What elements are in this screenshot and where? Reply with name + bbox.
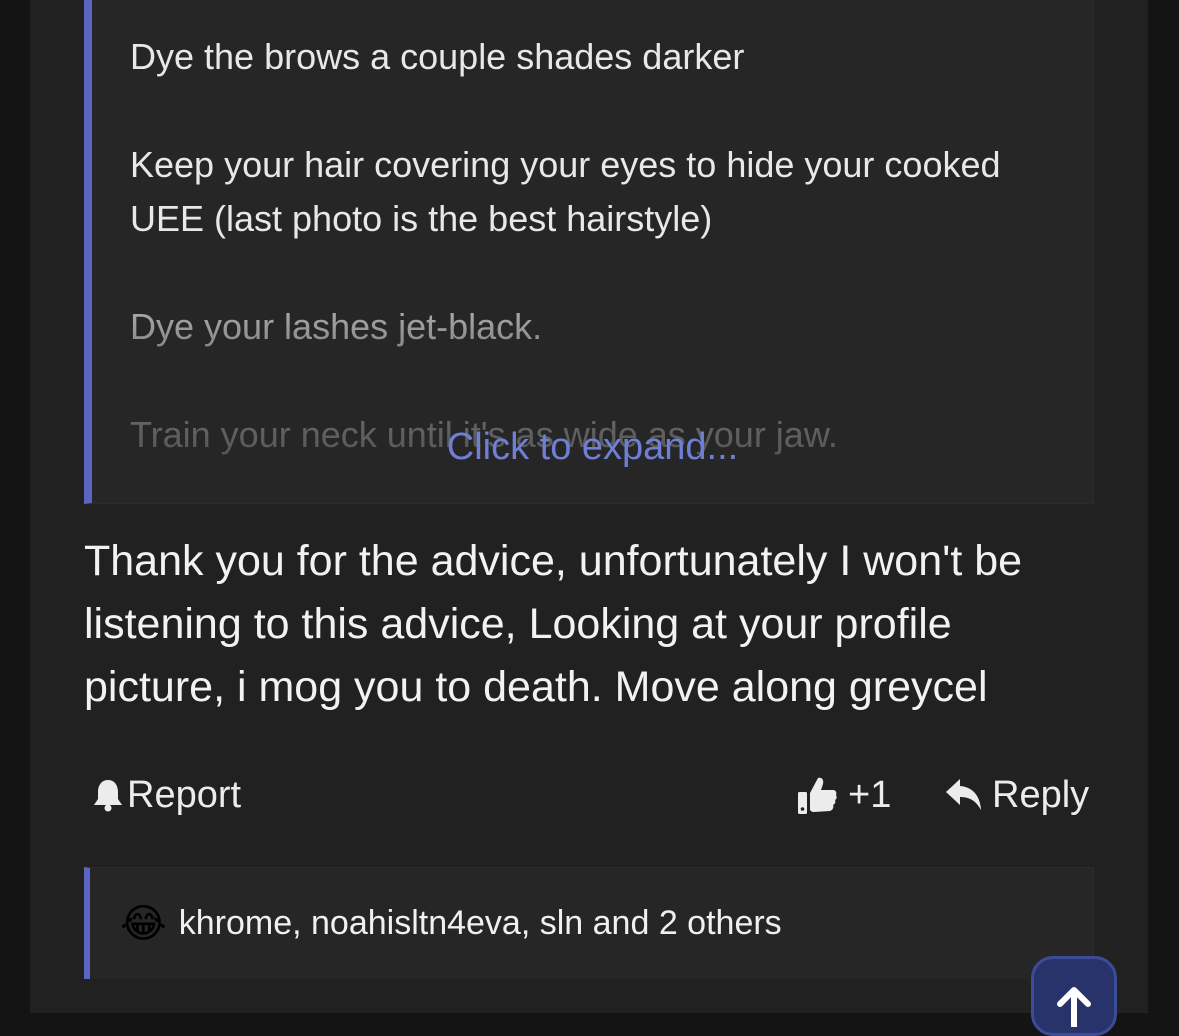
post-body: Thank you for the advice, unfortunately … bbox=[84, 537, 1023, 711]
thread-post-panel: Dye the brows a couple shades darker Kee… bbox=[30, 0, 1148, 1036]
reply-arrow-icon bbox=[944, 777, 984, 813]
post-actions-bar: Report +1 Reply bbox=[88, 765, 1092, 825]
quoted-message: Dye the brows a couple shades darker Kee… bbox=[84, 0, 1094, 504]
thumbs-up-icon bbox=[796, 774, 838, 816]
report-button[interactable]: Report bbox=[92, 765, 241, 825]
quote-paragraph: Keep your hair covering your eyes to hid… bbox=[130, 144, 1001, 239]
click-to-expand-link[interactable]: Click to expand... bbox=[92, 424, 1093, 470]
reactions-users[interactable]: khrome, noahisltn4eva, sln and 2 others bbox=[179, 904, 782, 943]
laughing-emoji-icon: 😂 bbox=[120, 901, 167, 946]
scroll-to-top-button[interactable] bbox=[1031, 956, 1117, 1036]
report-label: Report bbox=[127, 773, 242, 816]
like-button[interactable]: +1 bbox=[796, 765, 891, 825]
reply-label: Reply bbox=[992, 773, 1090, 816]
quote-paragraph: Dye your lashes jet-black. bbox=[130, 306, 543, 347]
reply-button[interactable]: Reply bbox=[944, 765, 1089, 825]
like-count: +1 bbox=[848, 773, 892, 816]
quote-paragraph: Dye the brows a couple shades darker bbox=[130, 36, 745, 77]
reactions-summary[interactable]: 😂 khrome, noahisltn4eva, sln and 2 other… bbox=[84, 867, 1094, 979]
arrow-up-icon bbox=[1057, 981, 1091, 1033]
bell-icon bbox=[92, 778, 124, 812]
